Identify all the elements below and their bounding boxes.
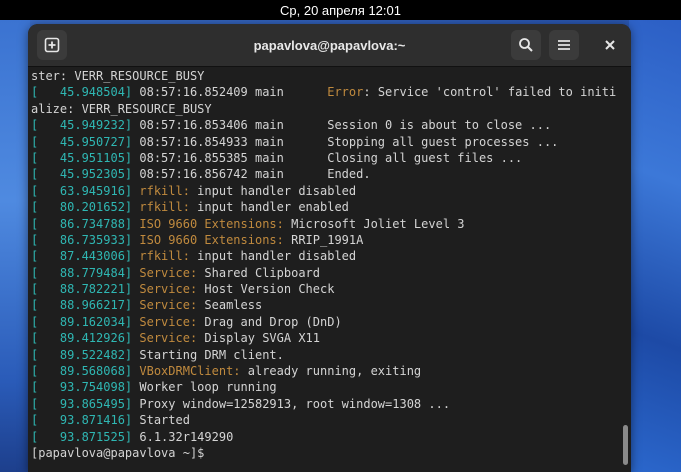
- timestamp: [ 63.945916]: [31, 183, 133, 198]
- timestamp: [ 45.948504]: [31, 85, 133, 100]
- timestamp: [ 93.871416]: [31, 413, 133, 428]
- log-text: RRIP_1991A: [283, 232, 364, 247]
- close-icon: [605, 40, 615, 50]
- log-text: 08:57:16.854933 main Stopping all guest …: [132, 134, 559, 149]
- timestamp: [ 89.412926]: [31, 331, 133, 346]
- timestamp: [ 45.949232]: [31, 118, 133, 133]
- log-text: 08:57:16.853406 main Session 0 is about …: [132, 118, 552, 133]
- timestamp: [ 88.966217]: [31, 298, 133, 313]
- log-text: Started: [132, 413, 190, 428]
- terminal-line: [ 93.871416] Started: [31, 412, 619, 428]
- terminal-line: alize: VERR_RESOURCE_BUSY: [31, 101, 619, 117]
- timestamp: [ 93.871525]: [31, 429, 133, 444]
- log-source: rfkill:: [132, 183, 190, 198]
- scrollbar[interactable]: [623, 425, 628, 465]
- terminal-line: [ 87.443006] rfkill: input handler disab…: [31, 248, 619, 264]
- terminal-lines: ster: VERR_RESOURCE_BUSY[ 45.948504] 08:…: [31, 68, 619, 461]
- terminal-line: ster: VERR_RESOURCE_BUSY: [31, 68, 619, 84]
- clock[interactable]: Ср, 20 апреля 12:01: [280, 3, 401, 18]
- terminal-window: papavlova@papavlova:~ ster: VERR_RESOURC…: [28, 24, 631, 472]
- log-text: Starting DRM client.: [132, 347, 284, 362]
- log-source: VBoxDRMClient:: [132, 364, 241, 379]
- timestamp: [ 80.201652]: [31, 200, 133, 215]
- terminal-line: [ 93.754098] Worker loop running: [31, 379, 619, 395]
- timestamp: [ 88.779484]: [31, 265, 133, 280]
- log-text: Service 'control' failed to initi: [370, 85, 617, 100]
- log-text: Worker loop running: [132, 380, 277, 395]
- timestamp: [ 45.950727]: [31, 134, 133, 149]
- timestamp: [ 86.735933]: [31, 232, 133, 247]
- log-text: Proxy window=12582913, root window=1308 …: [132, 396, 451, 411]
- timestamp: [ 93.754098]: [31, 380, 133, 395]
- log-text: input handler disabled: [189, 249, 357, 264]
- log-text: input handler disabled: [189, 183, 357, 198]
- terminal-line: [ 89.568068] VBoxDRMClient: already runn…: [31, 363, 619, 379]
- timestamp: [ 89.522482]: [31, 347, 133, 362]
- log-text: Microsoft Joliet Level 3: [283, 216, 465, 231]
- log-source: Service:: [132, 314, 198, 329]
- log-source: Service:: [132, 331, 198, 346]
- terminal-line: [ 63.945916] rfkill: input handler disab…: [31, 183, 619, 199]
- timestamp: [ 89.568068]: [31, 364, 133, 379]
- title-bar: papavlova@papavlova:~: [28, 24, 631, 67]
- log-text: already running, exiting: [240, 364, 422, 379]
- terminal-line: [ 45.948504] 08:57:16.852409 main Error:…: [31, 84, 619, 100]
- terminal-line: [ 86.734788] ISO 9660 Extensions: Micros…: [31, 216, 619, 232]
- log-text: input handler enabled: [189, 200, 349, 215]
- timestamp: [ 45.951105]: [31, 150, 133, 165]
- terminal-line: [ 86.735933] ISO 9660 Extensions: RRIP_1…: [31, 232, 619, 248]
- log-text: Display SVGA X11: [197, 331, 321, 346]
- timestamp: [ 88.782221]: [31, 282, 133, 297]
- terminal-line: [ 45.950727] 08:57:16.854933 main Stoppi…: [31, 134, 619, 150]
- timestamp: [ 93.865495]: [31, 396, 133, 411]
- log-source: Service:: [132, 298, 198, 313]
- log-text: 08:57:16.856742 main Ended.: [132, 167, 371, 182]
- terminal-line: [ 80.201652] rfkill: input handler enabl…: [31, 199, 619, 215]
- top-bar: Ср, 20 апреля 12:01: [0, 0, 681, 20]
- terminal-line: [ 45.949232] 08:57:16.853406 main Sessio…: [31, 117, 619, 133]
- log-source: ISO 9660 Extensions:: [132, 216, 284, 231]
- log-source: 08:57:16.852409 main Error:: [132, 85, 371, 100]
- log-text: 08:57:16.855385 main Closing all guest f…: [132, 150, 523, 165]
- terminal-line: [ 88.782221] Service: Host Version Check: [31, 281, 619, 297]
- terminal-line: [ 93.871525] 6.1.32r149290: [31, 429, 619, 445]
- timestamp: [ 45.952305]: [31, 167, 133, 182]
- terminal-line: [ 45.951105] 08:57:16.855385 main Closin…: [31, 150, 619, 166]
- wallpaper-left: [0, 20, 30, 472]
- terminal-line: [papavlova@papavlova ~]$: [31, 445, 619, 461]
- log-source: Service:: [132, 282, 198, 297]
- wallpaper-right: [629, 20, 681, 472]
- terminal-line: [ 93.865495] Proxy window=12582913, root…: [31, 396, 619, 412]
- timestamp: [ 87.443006]: [31, 249, 133, 264]
- terminal-line: [ 89.162034] Service: Drag and Drop (DnD…: [31, 314, 619, 330]
- log-source: rfkill:: [132, 249, 190, 264]
- search-icon: [519, 38, 533, 52]
- terminal-line: [ 88.779484] Service: Shared Clipboard: [31, 265, 619, 281]
- timestamp: [ 89.162034]: [31, 314, 133, 329]
- log-text: Seamless: [197, 298, 263, 313]
- log-source: Service:: [132, 265, 198, 280]
- log-text: Shared Clipboard: [197, 265, 321, 280]
- terminal-line: [ 89.522482] Starting DRM client.: [31, 347, 619, 363]
- new-tab-icon: [44, 37, 60, 53]
- log-text: Drag and Drop (DnD): [197, 314, 342, 329]
- search-button[interactable]: [511, 30, 541, 60]
- terminal-output[interactable]: ster: VERR_RESOURCE_BUSY[ 45.948504] 08:…: [28, 67, 631, 472]
- new-tab-button[interactable]: [37, 30, 67, 60]
- menu-button[interactable]: [549, 30, 579, 60]
- close-button[interactable]: [595, 30, 625, 60]
- timestamp: [ 86.734788]: [31, 216, 133, 231]
- terminal-line: [ 45.952305] 08:57:16.856742 main Ended.: [31, 166, 619, 182]
- terminal-line: [ 88.966217] Service: Seamless: [31, 297, 619, 313]
- log-text: ster: VERR_RESOURCE_BUSY: [31, 69, 205, 83]
- log-source: ISO 9660 Extensions:: [132, 232, 284, 247]
- terminal-line: [ 89.412926] Service: Display SVGA X11: [31, 330, 619, 346]
- log-source: rfkill:: [132, 200, 190, 215]
- log-text: Host Version Check: [197, 282, 335, 297]
- log-text: [papavlova@papavlova ~]$: [31, 445, 205, 460]
- hamburger-menu-icon: [558, 40, 570, 50]
- log-text: alize: VERR_RESOURCE_BUSY: [31, 101, 212, 116]
- log-text: 6.1.32r149290: [132, 429, 234, 444]
